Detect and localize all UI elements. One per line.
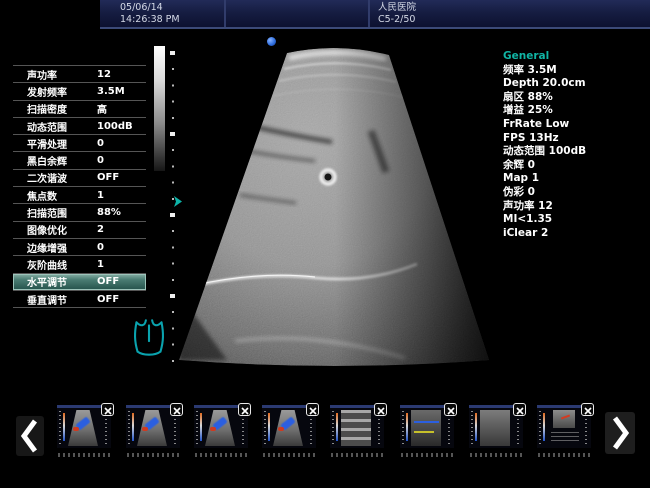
info-frequency: 频率 3.5M bbox=[503, 64, 648, 78]
mini-image bbox=[137, 410, 167, 446]
mini-colorbar bbox=[63, 413, 65, 441]
param-row-scan-range[interactable]: 扫描范围88% bbox=[13, 203, 146, 220]
thumbnail-7[interactable] bbox=[469, 405, 523, 448]
thumbnail-caption bbox=[401, 453, 453, 457]
thumbnail-caption bbox=[331, 453, 383, 457]
thumbnail-caption bbox=[538, 453, 590, 457]
mini-colorbar bbox=[475, 413, 477, 441]
thumbnail-caption bbox=[263, 453, 315, 457]
thumbnail-3[interactable] bbox=[194, 405, 248, 448]
close-icon[interactable] bbox=[170, 403, 183, 416]
datetime-segment: 05/06/14 14:26:38 PM bbox=[100, 0, 226, 27]
param-row-bw-persistence[interactable]: 黑白余辉0 bbox=[13, 151, 146, 168]
mini-colorbar bbox=[132, 413, 134, 441]
hospital-name: 人民医院 bbox=[378, 2, 650, 14]
close-icon[interactable] bbox=[374, 403, 387, 416]
thumbnails-prev-button[interactable] bbox=[16, 416, 44, 456]
info-depth: Depth 20.0cm bbox=[503, 77, 648, 91]
ultrasound-machine-screen: 05/06/14 14:26:38 PM 人民医院 C5-2/50 声功率12 … bbox=[0, 0, 650, 488]
close-icon[interactable] bbox=[444, 403, 457, 416]
param-row-acoustic-power[interactable]: 声功率12 bbox=[13, 65, 146, 82]
title-bar: 05/06/14 14:26:38 PM 人民医院 C5-2/50 bbox=[100, 0, 650, 29]
thumbnail-1[interactable] bbox=[57, 405, 111, 448]
mini-image bbox=[205, 410, 235, 446]
param-row-horizontal-adjust-selected[interactable]: 水平调节OFF bbox=[13, 273, 146, 290]
close-icon[interactable] bbox=[513, 403, 526, 416]
param-row-edge-enhance[interactable]: 边缘增强0 bbox=[13, 238, 146, 255]
param-row-smoothing[interactable]: 平滑处理0 bbox=[13, 134, 146, 151]
param-row-dynamic-range[interactable]: 动态范围100dB bbox=[13, 117, 146, 134]
thumbnail-caption bbox=[470, 453, 522, 457]
thumbnail-caption bbox=[127, 453, 179, 457]
thumbnail-2[interactable] bbox=[126, 405, 180, 448]
info-fps: FPS 13Hz bbox=[503, 132, 648, 146]
patient-segment bbox=[226, 0, 370, 27]
probe-model: C5-2/50 bbox=[378, 14, 650, 26]
info-gain: 增益 25% bbox=[503, 104, 648, 118]
param-row-tx-frequency[interactable]: 发射频率3.5M bbox=[13, 82, 146, 99]
info-frame-rate: FrRate Low bbox=[503, 118, 648, 132]
thumbnail-8[interactable] bbox=[537, 405, 591, 448]
mini-image bbox=[553, 410, 575, 428]
info-pseudocolor: 伪彩 0 bbox=[503, 186, 648, 200]
param-row-image-optimize[interactable]: 图像优化2 bbox=[13, 221, 146, 238]
grayscale-bar bbox=[154, 46, 165, 171]
preset-title: General bbox=[503, 50, 648, 64]
info-persistence: 余辉 0 bbox=[503, 159, 648, 173]
probe-orientation-marker-icon bbox=[267, 37, 276, 46]
info-iclear: iClear 2 bbox=[503, 227, 648, 241]
mini-colorbar bbox=[543, 413, 545, 441]
thumbnail-caption bbox=[58, 453, 110, 457]
param-row-vertical-adjust[interactable]: 垂直调节OFF bbox=[13, 290, 146, 307]
chevron-right-icon bbox=[605, 412, 635, 454]
close-icon[interactable] bbox=[238, 403, 251, 416]
parameter-panel: 声功率12 发射频率3.5M 扫描密度高 动态范围100dB 平滑处理0 黑白余… bbox=[13, 65, 146, 308]
param-row-focus-count[interactable]: 焦点数1 bbox=[13, 186, 146, 203]
info-mi: MI<1.35 bbox=[503, 213, 648, 227]
info-sector: 扇区 88% bbox=[503, 91, 648, 105]
body-mark-icon bbox=[130, 314, 168, 362]
mini-image bbox=[341, 410, 371, 446]
mini-colorbar bbox=[406, 413, 408, 441]
image-info-panel: General 频率 3.5M Depth 20.0cm 扇区 88% 增益 2… bbox=[503, 50, 648, 240]
mini-image bbox=[68, 410, 98, 446]
param-row-harmonic[interactable]: 二次谐波OFF bbox=[13, 169, 146, 186]
close-icon[interactable] bbox=[101, 403, 114, 416]
thumbnail-caption bbox=[195, 453, 247, 457]
close-icon[interactable] bbox=[581, 403, 594, 416]
mini-image bbox=[480, 410, 510, 446]
ultrasound-image bbox=[165, 28, 500, 373]
thumbnails-next-button[interactable] bbox=[605, 412, 635, 454]
mini-colorbar bbox=[336, 413, 338, 441]
chevron-left-icon bbox=[16, 416, 44, 456]
thumbnail-6[interactable] bbox=[400, 405, 454, 448]
mini-colorbar bbox=[200, 413, 202, 441]
hospital-segment: 人民医院 C5-2/50 bbox=[370, 0, 650, 27]
thumbnail-5[interactable] bbox=[330, 405, 384, 448]
mini-image bbox=[411, 410, 441, 446]
mini-colorbar bbox=[268, 413, 270, 441]
info-acoustic-power: 声功率 12 bbox=[503, 200, 648, 214]
close-icon[interactable] bbox=[306, 403, 319, 416]
info-map: Map 1 bbox=[503, 172, 648, 186]
mini-image bbox=[273, 410, 303, 446]
param-row-scan-density[interactable]: 扫描密度高 bbox=[13, 100, 146, 117]
param-row-gray-curve[interactable]: 灰阶曲线1 bbox=[13, 255, 146, 272]
thumbnail-4[interactable] bbox=[262, 405, 316, 448]
date-text: 05/06/14 bbox=[120, 2, 224, 14]
info-dynamic-range: 动态范围 100dB bbox=[503, 145, 648, 159]
time-text: 14:26:38 PM bbox=[120, 14, 224, 26]
